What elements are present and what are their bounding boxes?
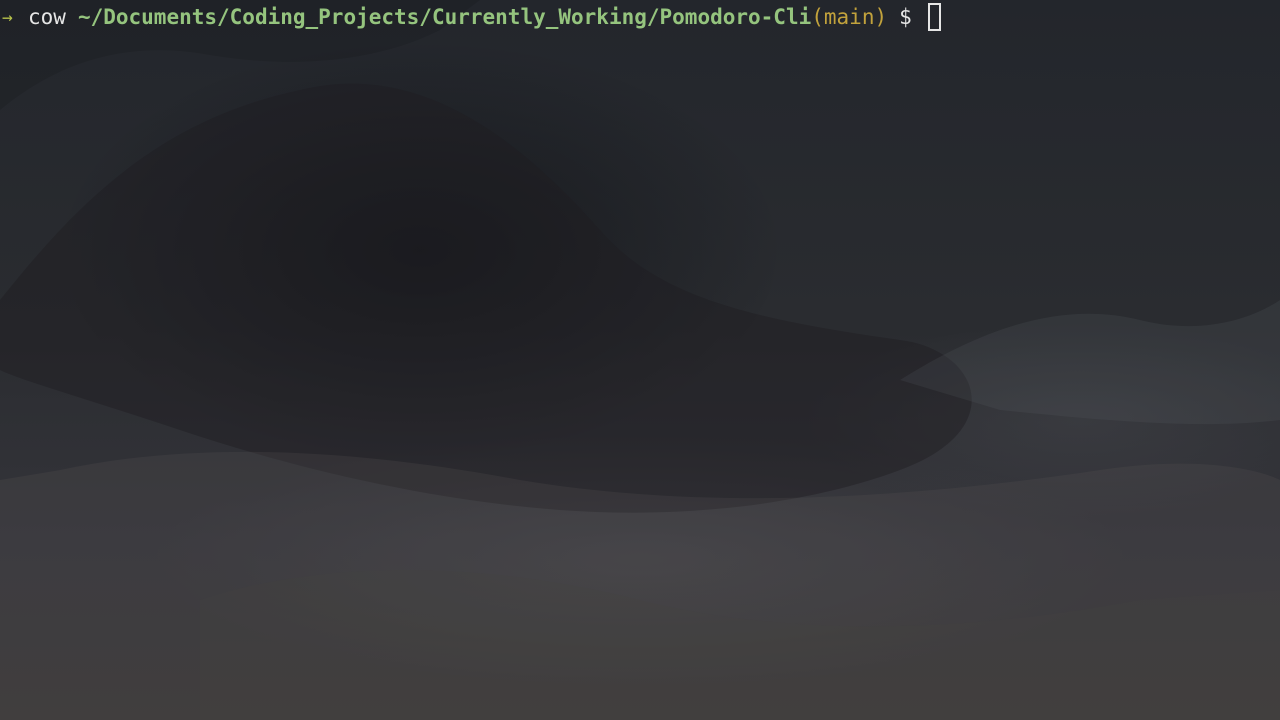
wallpaper-background [0, 0, 1280, 720]
text-cursor[interactable] [927, 3, 941, 31]
prompt-user: cow [28, 5, 66, 29]
prompt-arrow-icon: → [2, 6, 13, 28]
prompt-working-directory: ~/Documents/Coding_Projects/Currently_Wo… [77, 5, 812, 29]
terminal-window[interactable]: → cow ~/Documents/Coding_Projects/Curren… [0, 0, 1280, 720]
prompt-git-branch: (main) [811, 5, 888, 29]
prompt-symbol: $ [899, 5, 912, 29]
shell-prompt-line[interactable]: → cow ~/Documents/Coding_Projects/Curren… [0, 2, 941, 32]
